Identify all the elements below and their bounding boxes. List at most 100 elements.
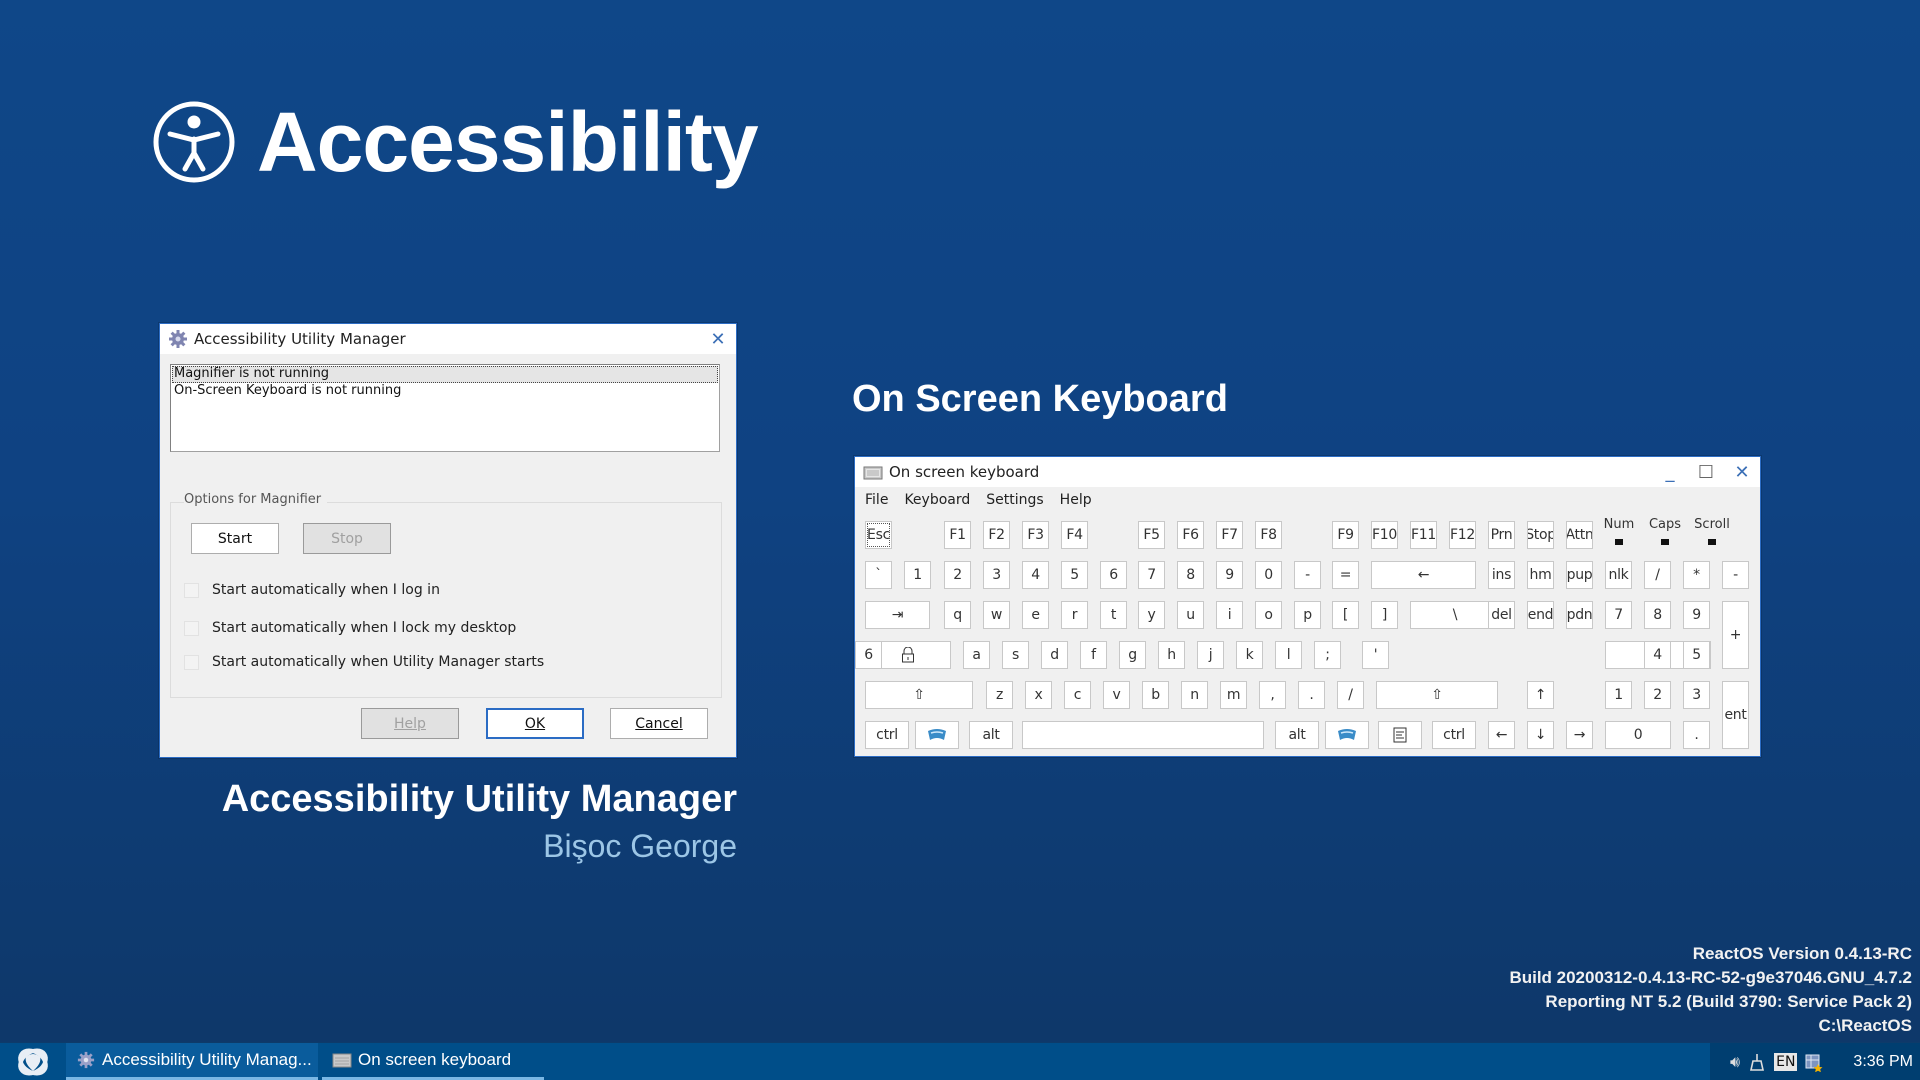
checkbox-row[interactable]: Start automatically when Utility Manager… [184, 654, 544, 670]
key-3[interactable]: 3 [1683, 681, 1710, 709]
key-+[interactable]: + [1722, 601, 1749, 669]
tab-key[interactable]: ⇥ [865, 601, 930, 629]
key-2[interactable]: 2 [944, 561, 971, 589]
key-l[interactable]: l [1275, 641, 1302, 669]
checkbox-row[interactable]: Start automatically when I log in [184, 582, 440, 598]
key-ctrl[interactable]: ctrl [865, 721, 909, 749]
key-F3[interactable]: F3 [1022, 521, 1049, 549]
key-e[interactable]: e [1022, 601, 1049, 629]
key-9[interactable]: 9 [1683, 601, 1710, 629]
key-8[interactable]: 8 [1177, 561, 1204, 589]
key-w[interactable]: w [983, 601, 1010, 629]
key-hm[interactable]: hm [1527, 561, 1554, 589]
key-F9[interactable]: F9 [1332, 521, 1359, 549]
key-o[interactable]: o [1255, 601, 1282, 629]
key-pup[interactable]: pup [1566, 561, 1593, 589]
key-x[interactable]: x [1025, 681, 1052, 709]
key-.[interactable]: . [1683, 721, 1710, 749]
key-pdn[interactable]: pdn [1566, 601, 1593, 629]
key-alt[interactable]: alt [969, 721, 1013, 749]
key-F1[interactable]: F1 [944, 521, 971, 549]
cancel-button[interactable]: Cancel [610, 708, 708, 739]
key-Esc[interactable]: Esc [865, 521, 892, 549]
key-9[interactable]: 9 [1216, 561, 1243, 589]
key-s[interactable]: s [1002, 641, 1029, 669]
key-F11[interactable]: F11 [1410, 521, 1437, 549]
aum-titlebar[interactable]: Accessibility Utility Manager ✕ [160, 324, 736, 354]
key-`[interactable]: ` [865, 561, 892, 589]
key-ctrl[interactable]: ctrl [1432, 721, 1476, 749]
menu-key[interactable] [1378, 721, 1422, 749]
key-8[interactable]: 8 [1644, 601, 1671, 629]
key-u[interactable]: u [1177, 601, 1204, 629]
key-0[interactable]: 0 [1605, 721, 1671, 749]
key-4[interactable]: 4 [1644, 641, 1671, 669]
key--[interactable]: - [1722, 561, 1749, 589]
vm-tools-icon[interactable] [1803, 1052, 1823, 1072]
key-q[interactable]: q [944, 601, 971, 629]
key-F2[interactable]: F2 [983, 521, 1010, 549]
key-/[interactable]: / [1337, 681, 1364, 709]
key-z[interactable]: z [986, 681, 1013, 709]
key-h[interactable]: h [1158, 641, 1185, 669]
clock[interactable]: 3:36 PM [1853, 1053, 1913, 1071]
key-j[interactable]: j [1197, 641, 1224, 669]
key-F8[interactable]: F8 [1255, 521, 1282, 549]
key-7[interactable]: 7 [1138, 561, 1165, 589]
key-[[interactable]: [ [1332, 601, 1359, 629]
key-i[interactable]: i [1216, 601, 1243, 629]
key-end[interactable]: end [1527, 601, 1554, 629]
key--[interactable]: - [1294, 561, 1321, 589]
key-\[interactable]: \ [1410, 601, 1500, 629]
arrow-right-key[interactable]: → [1566, 721, 1593, 749]
taskbar-item-accessibility-utility-manager[interactable]: Accessibility Utility Manag... [66, 1043, 318, 1080]
key-/[interactable]: / [1644, 561, 1671, 589]
windows-key[interactable] [1325, 721, 1369, 749]
key-;[interactable]: ; [1314, 641, 1341, 669]
close-button[interactable]: ✕ [700, 324, 736, 354]
key-c[interactable]: c [1064, 681, 1091, 709]
key-'[interactable]: ' [1362, 641, 1389, 669]
key-6[interactable]: 6 [855, 641, 882, 669]
stop-button[interactable]: Stop [303, 523, 391, 554]
key-F4[interactable]: F4 [1061, 521, 1088, 549]
key-k[interactable]: k [1236, 641, 1263, 669]
key-3[interactable]: 3 [983, 561, 1010, 589]
arrow-up-key[interactable]: ↑ [1527, 681, 1554, 709]
key-del[interactable]: del [1488, 601, 1515, 629]
key-a[interactable]: a [963, 641, 990, 669]
utility-status-list[interactable]: Magnifier is not running On-Screen Keybo… [170, 364, 720, 452]
key-v[interactable]: v [1103, 681, 1130, 709]
key-ent[interactable]: ent [1722, 681, 1749, 749]
list-item[interactable]: On-Screen Keyboard is not running [172, 383, 718, 400]
key-1[interactable]: 1 [904, 561, 931, 589]
key-7[interactable]: 7 [1605, 601, 1632, 629]
list-item[interactable]: Magnifier is not running [172, 366, 718, 383]
key-*[interactable]: * [1683, 561, 1710, 589]
key-ins[interactable]: ins [1488, 561, 1515, 589]
key-6[interactable]: 6 [1100, 561, 1127, 589]
key-m[interactable]: m [1220, 681, 1247, 709]
help-button[interactable]: Help [361, 708, 459, 739]
ok-button[interactable]: OK [486, 708, 584, 739]
key-Prn[interactable]: Prn [1488, 521, 1515, 549]
key-5[interactable]: 5 [1683, 641, 1710, 669]
key-5[interactable]: 5 [1061, 561, 1088, 589]
key-alt[interactable]: alt [1275, 721, 1319, 749]
key-g[interactable]: g [1119, 641, 1146, 669]
checkbox[interactable] [184, 654, 199, 670]
key-r[interactable]: r [1061, 601, 1088, 629]
key-1[interactable]: 1 [1605, 681, 1632, 709]
network-icon[interactable] [1748, 1052, 1766, 1072]
key-t[interactable]: t [1100, 601, 1127, 629]
checkbox[interactable] [184, 582, 199, 598]
key-.[interactable]: . [1298, 681, 1325, 709]
arrow-left-key[interactable]: ← [1488, 721, 1515, 749]
key-F10[interactable]: F10 [1371, 521, 1398, 549]
key-p[interactable]: p [1294, 601, 1321, 629]
key-b[interactable]: b [1142, 681, 1169, 709]
key-][interactable]: ] [1371, 601, 1398, 629]
key-Stop[interactable]: Stop [1527, 521, 1554, 549]
key-nlk[interactable]: nlk [1605, 561, 1632, 589]
key-F5[interactable]: F5 [1138, 521, 1165, 549]
